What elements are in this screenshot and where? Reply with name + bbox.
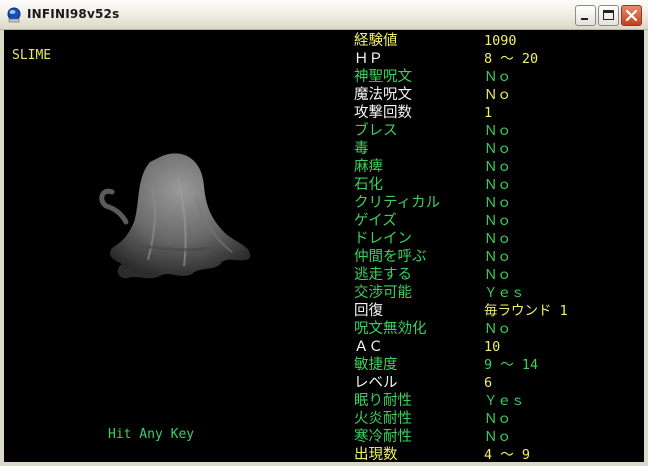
stat-label: 攻撃回数: [354, 105, 412, 121]
stat-label: 石化: [354, 177, 383, 193]
stat-row-group-size: 出現数 4 ～ 9: [354, 446, 644, 462]
stat-value: Ｎｏ: [484, 321, 511, 337]
close-icon: [625, 9, 638, 22]
stat-value: Ｎｏ: [484, 267, 511, 283]
stat-row-negotiable: 交渉可能 Ｙｅｓ: [354, 284, 644, 302]
stat-value: Ｎｏ: [484, 411, 511, 427]
stat-label: 交渉可能: [354, 285, 412, 301]
stat-value: Ｎｏ: [484, 141, 511, 157]
stat-value: Ｎｏ: [484, 87, 511, 103]
stat-value: Ｎｏ: [484, 69, 511, 85]
stat-value: Ｎｏ: [484, 123, 511, 139]
stat-label: ＡＣ: [354, 339, 383, 355]
stat-row-drain: ドレイン Ｎｏ: [354, 230, 644, 248]
slime-monster-image: [99, 153, 251, 279]
stat-label: 魔法呪文: [354, 87, 412, 103]
stat-label: 麻痺: [354, 159, 383, 175]
stat-row-cold-resist: 寒冷耐性 Ｎｏ: [354, 428, 644, 446]
stat-value: 9 ～ 14: [484, 357, 539, 373]
stat-row-regen: 回復 毎ラウンド 1: [354, 302, 644, 320]
stat-row-spell-resist: 呪文無効化 Ｎｏ: [354, 320, 644, 338]
stat-value: 8 ～ 20: [484, 51, 539, 67]
window-border-right: [644, 30, 648, 462]
stat-value: 1: [484, 105, 493, 121]
game-screen[interactable]: SLIME Hit Any Key 経験値 1090 ＨＰ 8 ～ 20 神聖呪文 Ｎｏ 魔…: [4, 30, 644, 462]
stat-row-critical: クリティカル Ｎｏ: [354, 194, 644, 212]
stat-value: 1090: [484, 33, 517, 49]
title-bar[interactable]: INFINI98v52s: [0, 0, 648, 30]
stat-row-stone: 石化 Ｎｏ: [354, 176, 644, 194]
stat-value: 4 ～ 9: [484, 447, 531, 462]
window-title: INFINI98v52s: [27, 7, 120, 21]
stat-label: ブレス: [354, 123, 398, 139]
stat-label: ＨＰ: [354, 51, 383, 67]
stat-value: 毎ラウンド 1: [484, 303, 568, 319]
maximize-button[interactable]: [598, 5, 619, 26]
stat-value: Ｎｏ: [484, 429, 511, 445]
stat-label: ドレイン: [354, 231, 412, 247]
stat-label: 敏捷度: [354, 357, 398, 373]
stat-value: Ｙｅｓ: [484, 285, 525, 301]
stat-row-priest-spells: 神聖呪文 Ｎｏ: [354, 68, 644, 86]
stat-row-breath: ブレス Ｎｏ: [354, 122, 644, 140]
stat-label: 呪文無効化: [354, 321, 427, 337]
stat-row-ac: ＡＣ 10: [354, 338, 644, 356]
stat-value: Ｎｏ: [484, 249, 511, 265]
stat-row-hp: ＨＰ 8 ～ 20: [354, 50, 644, 68]
stat-row-exp: 経験値 1090: [354, 32, 644, 50]
stat-label: 眠り耐性: [354, 393, 412, 409]
stat-value: Ｙｅｓ: [484, 393, 525, 409]
stat-label: 寒冷耐性: [354, 429, 412, 445]
stat-label: 出現数: [354, 447, 398, 462]
stat-row-fire-resist: 火炎耐性 Ｎｏ: [354, 410, 644, 428]
stat-value: Ｎｏ: [484, 213, 511, 229]
stat-label: 仲間を呼ぶ: [354, 249, 427, 265]
stat-row-flee: 逃走する Ｎｏ: [354, 266, 644, 284]
stat-value: Ｎｏ: [484, 159, 511, 175]
stat-row-sleep-resist: 眠り耐性 Ｙｅｓ: [354, 392, 644, 410]
stat-row-gaze: ゲイズ Ｎｏ: [354, 212, 644, 230]
stat-label: クリティカル: [354, 195, 441, 211]
stat-value: Ｎｏ: [484, 177, 511, 193]
stat-row-poison: 毒 Ｎｏ: [354, 140, 644, 158]
minimize-icon: [581, 18, 588, 20]
stat-label: 逃走する: [354, 267, 412, 283]
stat-label: レベル: [354, 375, 398, 391]
stat-value: 6: [484, 375, 493, 391]
app-icon[interactable]: [6, 7, 22, 23]
stat-row-level: レベル 6: [354, 374, 644, 392]
stat-row-call-allies: 仲間を呼ぶ Ｎｏ: [354, 248, 644, 266]
minimize-button[interactable]: [575, 5, 596, 26]
stat-label: 経験値: [354, 33, 398, 49]
stat-row-paralysis: 麻痺 Ｎｏ: [354, 158, 644, 176]
stat-label: 回復: [354, 303, 383, 319]
stat-row-attacks: 攻撃回数 1: [354, 104, 644, 122]
stat-value: Ｎｏ: [484, 231, 511, 247]
stat-value: 10: [484, 339, 501, 355]
close-button[interactable]: [621, 5, 642, 26]
stat-label: 神聖呪文: [354, 69, 412, 85]
window-border-bottom: [0, 462, 648, 466]
monster-name: SLIME: [12, 48, 52, 63]
stat-row-agility: 敏捷度 9 ～ 14: [354, 356, 644, 374]
stat-value: Ｎｏ: [484, 195, 511, 211]
stat-label: 火炎耐性: [354, 411, 412, 427]
maximize-icon: [603, 10, 614, 20]
stat-label: 毒: [354, 141, 369, 157]
hit-any-key-prompt: Hit Any Key: [108, 427, 195, 442]
app-window: INFINI98v52s SLIME Hit Any Key 経験値 1090 …: [0, 0, 648, 466]
stat-label: ゲイズ: [354, 213, 397, 229]
stat-row-mage-spells: 魔法呪文 Ｎｏ: [354, 86, 644, 104]
